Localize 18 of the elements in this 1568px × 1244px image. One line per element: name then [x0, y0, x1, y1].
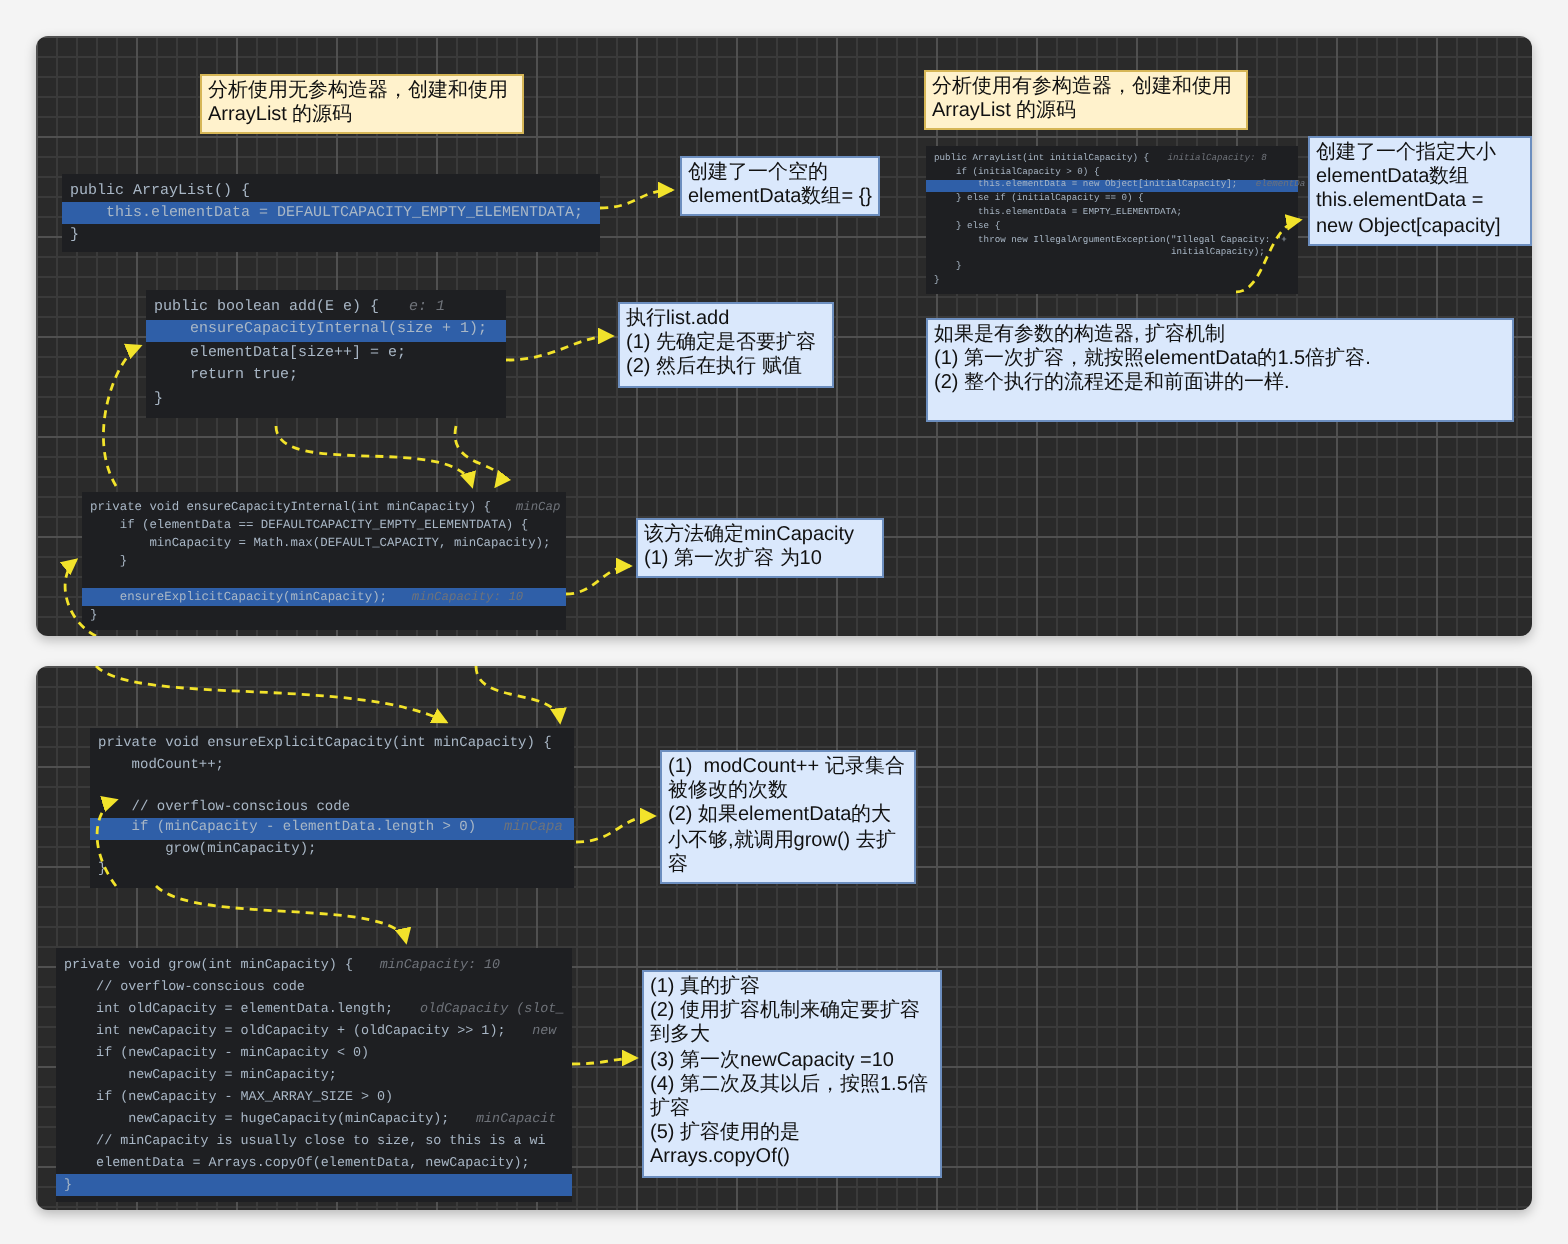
note-box: 该方法确定minCapacity (1) 第一次扩容 为10 [636, 518, 884, 579]
title-note: 分析使用无参构造器，创建和使用 ArrayList 的源码 [200, 74, 524, 135]
note-box: 创建了一个指定大小 elementData数组 this.elementData = new Object[capacity] [1308, 136, 1532, 246]
note-box: (1) 真的扩容 (2) 使用扩容机制来确定要扩容到多大 (3) 第一次newCapacity =10 (4) 第二次及其以后，按照1.5倍扩容 (5) 扩容使用的是 Arrays.copyOf() [642, 970, 942, 1177]
connector-arrow [565, 558, 633, 596]
connector-arrow [599, 182, 675, 210]
connector-arrow [95, 798, 119, 887]
note-box: (1) modCount++ 记录集合被修改的次数 (2) 如果elementData的大小不够,就调用grow() 去扩容 [660, 750, 916, 884]
title-note: 分析使用有参构造器，创建和使用 ArrayList 的源码 [924, 70, 1248, 131]
connector-arrow [60, 558, 97, 636]
connector-arrow [575, 808, 657, 844]
connector-arrow [474, 666, 564, 725]
note-box: 执行list.add (1) 先确定是否要扩容 (2) 然后在执行 赋值 [618, 302, 834, 388]
connector-arrow [505, 328, 615, 362]
note-box: 创建了一个空的elementData数组= {} [680, 156, 880, 217]
note-box: 如果是有参数的构造器, 扩容机制 (1) 第一次扩容，就按照elementData的1.5倍扩容. (2) 整个执行的流程还是和前面讲的一样. [926, 318, 1514, 422]
connector-arrow [102, 344, 143, 487]
connector-arrow [572, 1049, 639, 1067]
